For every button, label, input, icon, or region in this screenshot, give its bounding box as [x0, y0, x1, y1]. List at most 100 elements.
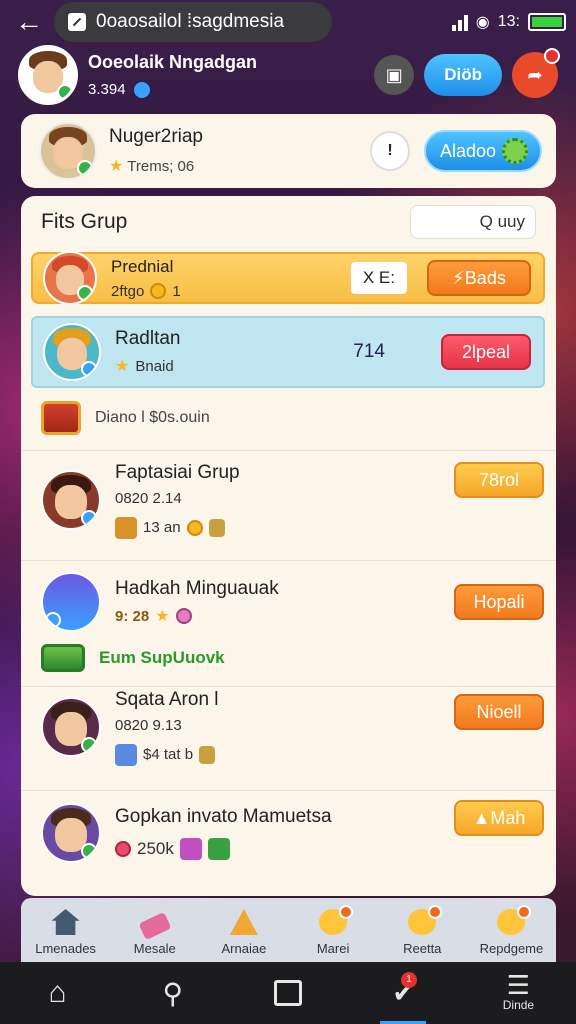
emoji-icon — [497, 905, 532, 935]
row-title: Hadkah Minguauak — [115, 578, 279, 599]
emoji-icon — [319, 905, 354, 935]
row-avatar — [41, 697, 101, 757]
row-sub-num: 1 — [172, 282, 181, 300]
row-button[interactable]: Nioell — [454, 694, 544, 730]
search-placeholder: Q uuy — [479, 212, 525, 231]
row-avatar — [41, 803, 101, 863]
row-title: Radltan — [115, 328, 181, 349]
tab-item[interactable]: Lmenades — [21, 898, 110, 962]
player-name: Nuger2riap — [109, 126, 203, 147]
star-icon: ★ — [155, 608, 170, 625]
nav-search[interactable]: ⚲ — [115, 962, 230, 1024]
nav-chat[interactable] — [230, 962, 345, 1024]
row-button-label: Mah — [490, 807, 526, 828]
list-item[interactable]: Gopkan invato Mamuetsa 250k ▲ Mah — [21, 796, 556, 870]
menu-icon: ☰ — [506, 970, 531, 1000]
row-tag: X E: — [350, 262, 407, 294]
row-avatar — [43, 323, 101, 381]
row-title: Eum SupUuovk — [99, 648, 225, 667]
row-sub: 250k — [137, 839, 174, 858]
row-title: Gopkan invato Mamuetsa — [115, 806, 332, 827]
site-icon — [68, 13, 86, 31]
star-icon: ★ — [109, 158, 124, 175]
row-title: Sqata Aron l — [115, 688, 219, 710]
add-label: Aladoo — [440, 140, 497, 161]
add-button[interactable]: Aladoo — [424, 130, 542, 172]
item-icon — [208, 518, 225, 537]
tab-item[interactable]: Repdgeme — [467, 898, 556, 962]
search-icon: ⚲ — [162, 977, 184, 1009]
info-icon: ! — [387, 142, 393, 159]
profile-header: Ooeolaik Nngadgan 3.394 ▣ Diöb ➦ — [18, 44, 560, 106]
list-item[interactable]: Prednial 2ftgo 1 X E: ⚡ Bads — [31, 251, 545, 305]
bag-button[interactable]: ▣ — [374, 55, 415, 95]
row-button[interactable]: 78rol — [454, 462, 544, 498]
group-panel: Fits Grup Q uuy Prednial 2ftgo 1 X E: ⚡ Ba… — [21, 196, 556, 896]
group-title: Fits Grup — [41, 210, 128, 233]
list-item[interactable]: Diano l $0s.ouin — [21, 392, 556, 444]
tab-label: Lmenades — [35, 941, 96, 956]
back-button[interactable]: ← — [10, 3, 48, 41]
nav-home[interactable]: ⌂ — [0, 962, 115, 1024]
list-item[interactable]: Hadkah Minguauak 9: 28 ★ Hopali — [21, 570, 556, 634]
flag-icon — [229, 909, 258, 935]
status-bar: ◉ 13: — [451, 12, 566, 32]
row-button[interactable]: Hopali — [454, 584, 544, 620]
row-title: Faptasiai Grup — [115, 461, 240, 483]
list-item[interactable]: Eum SupUuovk — [21, 638, 556, 678]
notification-dot — [544, 48, 560, 64]
nav-label: Dinde — [502, 998, 535, 1012]
pill-button[interactable]: Diöb — [424, 54, 502, 96]
crate-icon — [115, 743, 137, 766]
tab-item[interactable]: Reetta — [378, 898, 467, 962]
nav-game[interactable]: ✔ 1 — [346, 962, 461, 1024]
search-input[interactable]: Q uuy — [410, 205, 536, 239]
tab-item[interactable]: Mesale — [110, 898, 199, 962]
row-title: Diano l $0s.ouin — [95, 409, 210, 426]
gear-icon — [502, 138, 529, 164]
tab-bar: Lmenades Mesale Arnaiae Marei Reetta Rep… — [21, 898, 556, 962]
divider — [21, 450, 556, 451]
nav-badge: 1 — [401, 972, 418, 988]
player-card: Nuger2riap ★ Trems; 06 ! Aladoo — [21, 114, 556, 188]
tab-item[interactable]: Arnaiae — [199, 898, 288, 962]
tab-item[interactable]: Marei — [289, 898, 378, 962]
row-button[interactable]: ▲ Mah — [454, 800, 544, 836]
row-button-label: Bads — [464, 267, 506, 288]
row-avatar — [41, 470, 101, 530]
tab-label: Arnaiae — [221, 941, 267, 956]
list-item[interactable]: Radltan ★ Bnaid 714 2lpeal — [31, 316, 545, 388]
coin-icon — [150, 283, 167, 299]
url-bar[interactable]: 0oaosailol ⁞sagdmesia — [54, 2, 332, 42]
url-text: 0oaosailol ⁞sagdmesia — [96, 11, 285, 32]
chest-icon — [41, 401, 81, 435]
list-item[interactable]: Faptasiai Grup 0820 2.14 13 an 78rol — [21, 458, 556, 542]
arrow-left-icon: ← — [15, 6, 43, 37]
chat-icon — [274, 980, 302, 1006]
row-title: Prednial — [111, 256, 174, 276]
row-sub: 0820 9.13 — [115, 716, 182, 734]
row-sub: 9: 28 — [115, 607, 150, 625]
share-button[interactable]: ➦ — [512, 48, 560, 98]
row-sub: Bnaid — [135, 357, 174, 375]
row-value: 714 — [353, 341, 385, 362]
bottom-nav: ⌂ ⚲ ✔ 1 ☰ Dinde — [0, 962, 576, 1024]
row-extra: $4 tat b — [143, 746, 194, 763]
info-button[interactable]: ! — [370, 131, 410, 171]
row-button[interactable]: 2lpeal — [441, 334, 531, 370]
row-sub: 0820 2.14 — [115, 489, 182, 507]
avatar[interactable] — [18, 45, 78, 105]
divider — [21, 686, 556, 687]
row-avatar — [43, 251, 97, 305]
list-item[interactable]: Sqata Aron l 0820 9.13 $4 tat b Nioell — [21, 689, 556, 766]
status-time: 13: — [497, 13, 520, 30]
share-icon: ➦ — [527, 64, 543, 85]
row-button[interactable]: ⚡ Bads — [427, 260, 531, 296]
tab-label: Repdgeme — [479, 941, 544, 956]
item-icon — [199, 745, 216, 764]
signal-icon — [451, 13, 468, 31]
nav-menu[interactable]: ☰ Dinde — [461, 962, 576, 1024]
tab-label: Mesale — [133, 941, 176, 956]
divider — [21, 560, 556, 561]
gem-icon — [115, 841, 131, 857]
